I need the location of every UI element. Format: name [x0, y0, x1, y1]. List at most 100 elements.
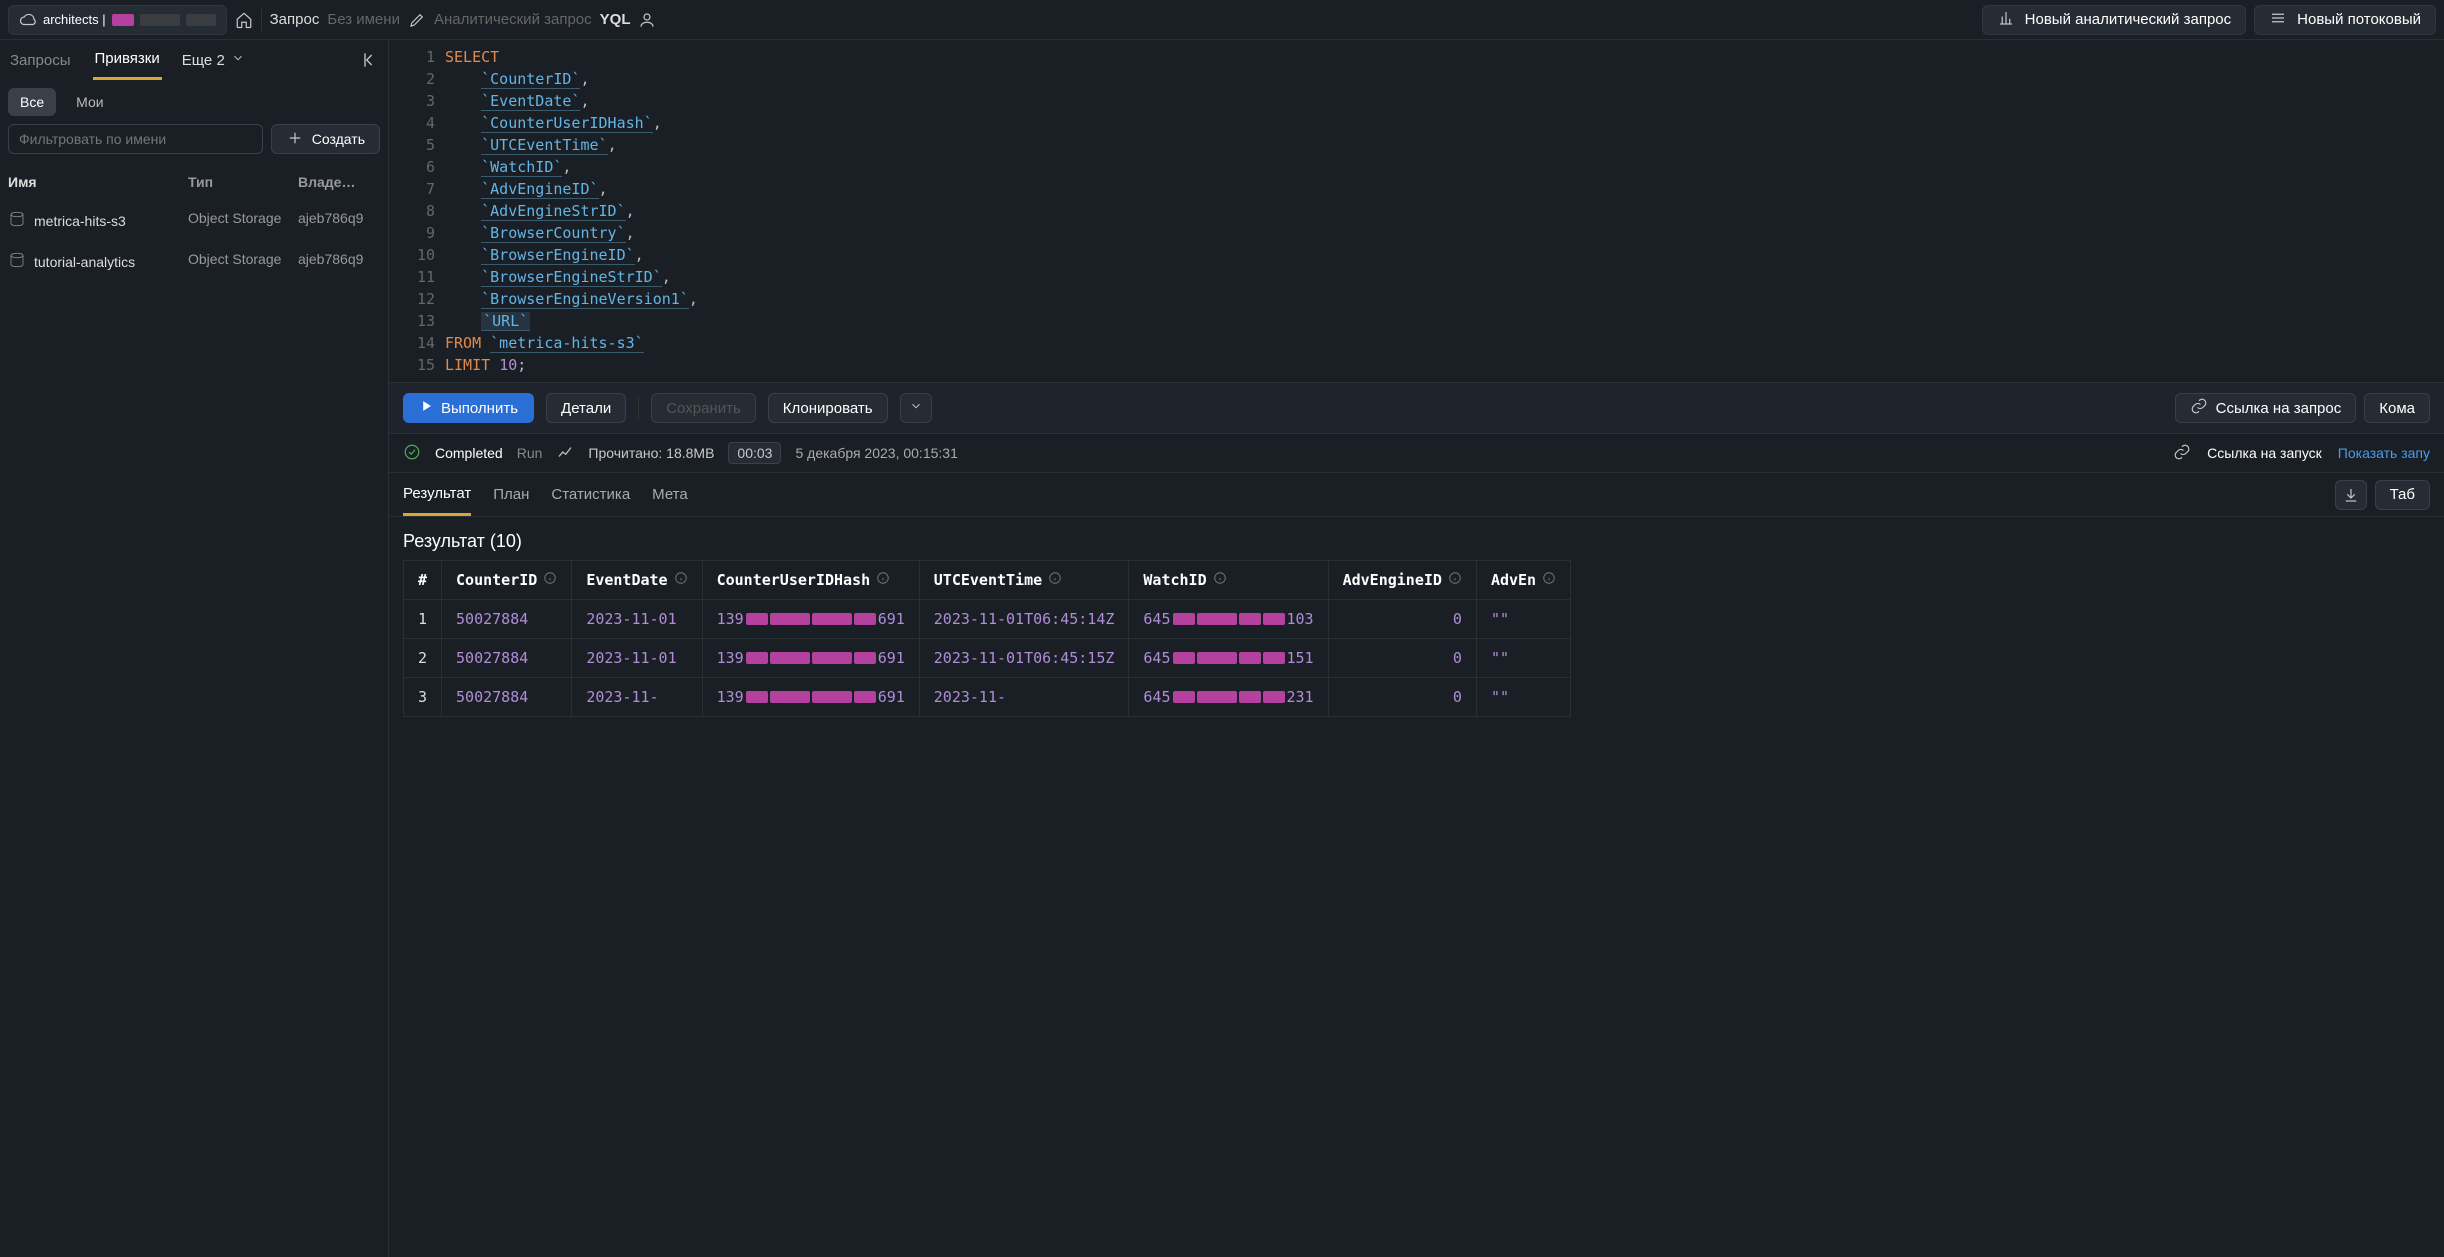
table-view-button[interactable]: Таб: [2375, 480, 2430, 510]
run-link[interactable]: Ссылка на запуск: [2207, 445, 2322, 461]
download-button[interactable]: [2335, 480, 2367, 510]
col-CounterID[interactable]: CounterID: [442, 561, 572, 600]
cell-hash: 139691: [702, 678, 919, 717]
info-icon: [543, 571, 557, 589]
cell-hash: 139691: [702, 639, 919, 678]
row-name: tutorial-analytics: [34, 254, 135, 270]
divider: [638, 397, 639, 419]
more-actions-button[interactable]: [900, 393, 932, 423]
storage-icon: [8, 210, 26, 231]
tab-result[interactable]: Результат: [403, 473, 471, 516]
editor[interactable]: 123456789101112131415 SELECT `CounterID`…: [389, 40, 2444, 382]
command-button[interactable]: Кома: [2364, 393, 2430, 423]
project-crumb[interactable]: architects |: [8, 5, 227, 35]
status-bar: Completed Run Прочитано: 18.8MB 00:03 5 …: [389, 434, 2444, 473]
result-table-wrap[interactable]: #CounterIDEventDateCounterUserIDHashUTCE…: [389, 560, 2444, 731]
table-row[interactable]: 3 50027884 2023-11- 139691 2023-11- 6452…: [404, 678, 1571, 717]
cell-watch: 645231: [1129, 678, 1328, 717]
topbar: architects | Запрос Без имени Аналитичес…: [0, 0, 2444, 40]
cell-adv: 0: [1328, 639, 1476, 678]
collapse-sidebar-button[interactable]: [360, 50, 380, 70]
filter-input[interactable]: [8, 124, 263, 154]
cell-counter: 50027884: [442, 600, 572, 639]
tab-plan[interactable]: План: [493, 473, 529, 516]
info-icon: [876, 571, 890, 589]
action-bar-right: Ссылка на запрос Кома: [2175, 393, 2430, 423]
new-analytic-label: Новый аналитический запрос: [2025, 11, 2232, 28]
status-when: 5 декабря 2023, 00:15:31: [795, 445, 957, 461]
head-owner: Владе…: [298, 174, 380, 190]
cell-counter: 50027884: [442, 639, 572, 678]
tab-more[interactable]: Еще 2: [182, 51, 245, 69]
status-mode: Run: [517, 445, 543, 461]
cell-date: 2023-11-01: [572, 639, 702, 678]
content: 123456789101112131415 SELECT `CounterID`…: [389, 40, 2444, 1257]
sidebar-tabs: Запросы Привязки Еще 2: [0, 40, 388, 80]
stats-icon: [556, 443, 574, 464]
cell-date: 2023-11-: [572, 678, 702, 717]
col-WatchID[interactable]: WatchID: [1129, 561, 1328, 600]
new-analytic-button[interactable]: Новый аналитический запрос: [1982, 5, 2247, 35]
details-button[interactable]: Детали: [546, 393, 626, 423]
person-icon[interactable]: [638, 11, 656, 29]
action-bar: Выполнить Детали Сохранить Клонировать С…: [389, 382, 2444, 434]
col-CounterUserIDHash[interactable]: CounterUserIDHash: [702, 561, 919, 600]
head-type: Тип: [188, 174, 298, 190]
tab-bindings[interactable]: Привязки: [93, 40, 162, 80]
cell-adv2: "": [1476, 678, 1570, 717]
save-button[interactable]: Сохранить: [651, 393, 756, 423]
tab-queries[interactable]: Запросы: [8, 40, 73, 80]
cell-idx: 3: [404, 678, 442, 717]
info-icon: [1213, 571, 1227, 589]
tab-meta[interactable]: Мета: [652, 473, 688, 516]
col-AdvEn[interactable]: AdvEn: [1476, 561, 1570, 600]
redacted: [112, 14, 134, 26]
info-icon: [674, 571, 688, 589]
search-row: Создать: [0, 124, 388, 164]
table-row[interactable]: 1 50027884 2023-11-01 139691 2023-11-01T…: [404, 600, 1571, 639]
create-label: Создать: [312, 131, 365, 147]
cell-adv: 0: [1328, 678, 1476, 717]
check-icon: [403, 443, 421, 464]
cell-counter: 50027884: [442, 678, 572, 717]
status-read: Прочитано: 18.8MB: [588, 445, 714, 461]
filter-mine[interactable]: Мои: [64, 88, 115, 116]
col-#[interactable]: #: [404, 561, 442, 600]
new-stream-button[interactable]: Новый потоковый: [2254, 5, 2436, 35]
filter-all[interactable]: Все: [8, 88, 56, 116]
new-stream-label: Новый потоковый: [2297, 11, 2421, 28]
cell-idx: 1: [404, 600, 442, 639]
query-link-label: Ссылка на запрос: [2216, 400, 2342, 417]
col-UTCEventTime[interactable]: UTCEventTime: [919, 561, 1129, 600]
info-icon: [1542, 571, 1556, 589]
lang-badge: YQL: [600, 11, 631, 28]
tab-stats[interactable]: Статистика: [551, 473, 630, 516]
table-head-row: #CounterIDEventDateCounterUserIDHashUTCE…: [404, 561, 1571, 600]
col-EventDate[interactable]: EventDate: [572, 561, 702, 600]
cell-utc: 2023-11-: [919, 678, 1129, 717]
home-icon[interactable]: [235, 11, 253, 29]
chevron-down-icon: [231, 51, 245, 69]
chart-icon: [1997, 9, 2015, 31]
row-name: metrica-hits-s3: [34, 213, 126, 229]
code[interactable]: SELECT `CounterID`, `EventDate`, `Counte…: [445, 40, 2444, 382]
cell-adv2: "": [1476, 639, 1570, 678]
create-button[interactable]: Создать: [271, 124, 380, 154]
sidebar-row[interactable]: tutorial-analytics Object Storage ajeb78…: [0, 241, 388, 282]
col-AdvEngineID[interactable]: AdvEngineID: [1328, 561, 1476, 600]
status-completed: Completed: [435, 445, 503, 461]
table-row[interactable]: 2 50027884 2023-11-01 139691 2023-11-01T…: [404, 639, 1571, 678]
redacted: [140, 14, 180, 26]
sidebar-row[interactable]: metrica-hits-s3 Object Storage ajeb786q9: [0, 200, 388, 241]
result-table: #CounterIDEventDateCounterUserIDHashUTCE…: [403, 560, 1571, 717]
row-owner: ajeb786q9: [298, 210, 380, 231]
clone-button[interactable]: Клонировать: [768, 393, 888, 423]
query-link-button[interactable]: Ссылка на запрос: [2175, 393, 2357, 423]
status-duration: 00:03: [728, 442, 781, 464]
show-run-link[interactable]: Показать запу: [2338, 445, 2430, 461]
filter-row: Все Мои: [0, 80, 388, 124]
run-button[interactable]: Выполнить: [403, 393, 534, 423]
pencil-icon[interactable]: [408, 11, 426, 29]
row-type: Object Storage: [188, 251, 298, 272]
play-icon: [419, 399, 433, 417]
